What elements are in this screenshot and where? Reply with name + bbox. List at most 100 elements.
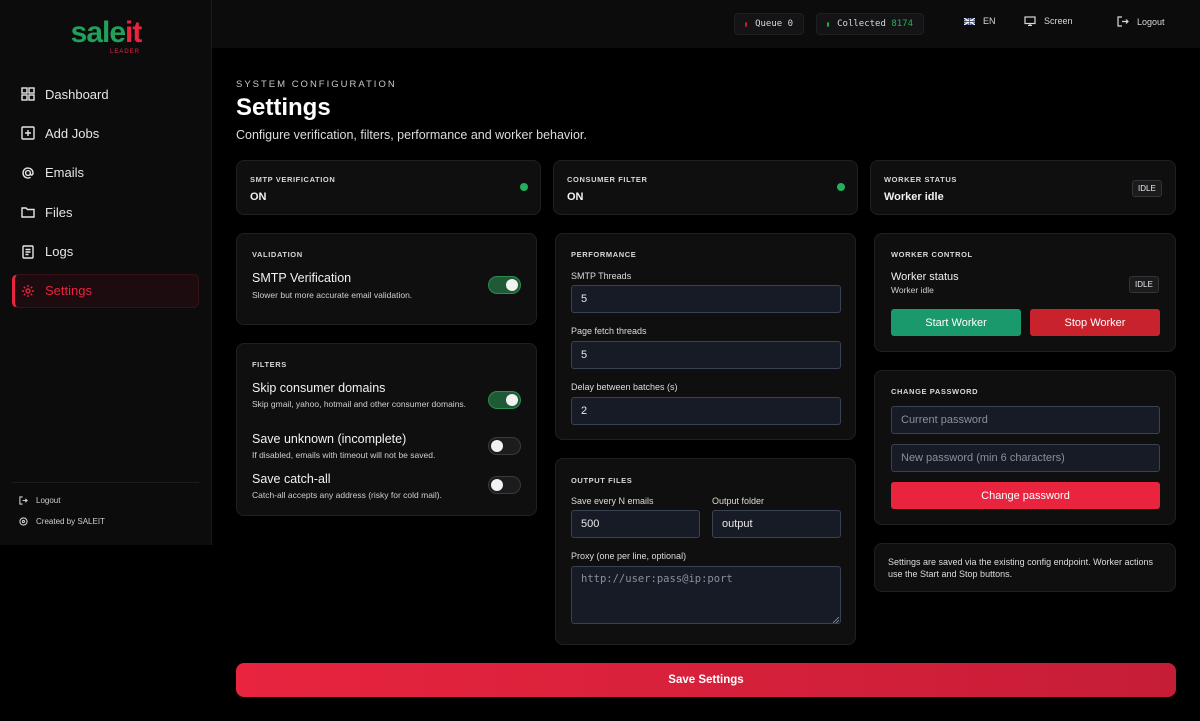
delay-input[interactable]: 2 bbox=[571, 397, 841, 425]
output-files-caption: OUTPUT FILES bbox=[571, 476, 633, 485]
save-unknown-toggle[interactable] bbox=[488, 437, 521, 455]
language-selector[interactable]: EN bbox=[964, 16, 996, 26]
skip-consumer-toggle[interactable] bbox=[488, 391, 521, 409]
queue-value: 0 bbox=[787, 19, 793, 29]
collected-label: Collected bbox=[837, 19, 886, 29]
new-password-input[interactable]: New password (min 6 characters) bbox=[891, 444, 1160, 472]
change-password-card: CHANGE PASSWORD Current password New pas… bbox=[874, 370, 1176, 525]
worker-control-badge: IDLE bbox=[1129, 276, 1159, 293]
page-threads-label: Page fetch threads bbox=[571, 326, 647, 336]
worker-status-badge: IDLE bbox=[1132, 180, 1162, 197]
filter-option: Skip consumer domains Skip gmail, yahoo,… bbox=[252, 381, 467, 410]
collected-status-dot bbox=[827, 21, 830, 27]
sidebar-logout-button[interactable]: Logout bbox=[12, 493, 199, 507]
smtp-status-card: SMTP VERIFICATION ON bbox=[236, 160, 541, 215]
copyright-icon bbox=[19, 516, 28, 526]
logout-icon bbox=[19, 495, 28, 505]
proxy-label: Proxy (one per line, optional) bbox=[571, 551, 687, 561]
toggle-knob bbox=[491, 479, 503, 491]
page-subtitle: Configure verification, filters, perform… bbox=[236, 128, 587, 142]
uk-flag-icon bbox=[964, 17, 975, 25]
skip-consumer-title: Skip consumer domains bbox=[252, 381, 386, 395]
top-bar: Queue 0 Collected 8174 EN Screen Logout bbox=[212, 0, 1200, 48]
proxy-textarea[interactable]: http://user:pass@ip:port bbox=[571, 566, 841, 624]
sidebar-item-emails[interactable]: Emails bbox=[12, 156, 199, 190]
change-password-button[interactable]: Change password bbox=[891, 482, 1160, 509]
sidebar-item-add-jobs[interactable]: Add Jobs bbox=[12, 116, 199, 150]
resize-handle-icon[interactable] bbox=[833, 617, 839, 623]
start-worker-button[interactable]: Start Worker bbox=[891, 309, 1021, 336]
output-folder-input[interactable]: output bbox=[712, 510, 841, 538]
worker-control-status-sub: Worker idle bbox=[891, 285, 934, 295]
sidebar-logout-label: Logout bbox=[36, 495, 61, 505]
language-label: EN bbox=[983, 16, 996, 26]
sidebar: saleit LEADER Dashboard Add Jobs Emails … bbox=[0, 0, 212, 545]
save-catchall-toggle[interactable] bbox=[488, 476, 521, 494]
change-password-caption: CHANGE PASSWORD bbox=[891, 387, 979, 396]
save-catchall-title: Save catch-all bbox=[252, 472, 331, 486]
settings-note-text: Settings are saved via the existing conf… bbox=[888, 557, 1153, 579]
smtp-status-dot bbox=[520, 183, 528, 191]
gear-icon bbox=[21, 284, 35, 298]
save-settings-button[interactable]: Save Settings bbox=[236, 663, 1176, 697]
validation-caption: VALIDATION bbox=[252, 250, 303, 259]
output-folder-label: Output folder bbox=[712, 496, 765, 506]
at-icon bbox=[21, 166, 35, 180]
filters-caption: FILTERS bbox=[252, 360, 287, 369]
smtp-verification-title: SMTP Verification bbox=[252, 271, 352, 285]
worker-control-status-label: Worker status bbox=[891, 271, 959, 283]
plus-square-icon bbox=[21, 126, 35, 141]
queue-status-dot bbox=[745, 21, 748, 27]
collected-chip: Collected 8174 bbox=[816, 13, 924, 35]
sidebar-item-files[interactable]: Files bbox=[12, 195, 199, 229]
logout-button[interactable]: Logout bbox=[1117, 16, 1165, 27]
logo-text-part2: it bbox=[125, 16, 142, 49]
page-threads-input[interactable]: 5 bbox=[571, 341, 841, 369]
delay-label: Delay between batches (s) bbox=[571, 382, 678, 392]
performance-caption: PERFORMANCE bbox=[571, 250, 637, 259]
collected-value: 8174 bbox=[891, 19, 913, 29]
smtp-verification-desc: Slower but more accurate email validatio… bbox=[252, 290, 413, 300]
current-password-input[interactable]: Current password bbox=[891, 406, 1160, 434]
smtp-threads-label: SMTP Threads bbox=[571, 271, 632, 281]
page-eyebrow: SYSTEM CONFIGURATION bbox=[236, 79, 397, 90]
stop-worker-button[interactable]: Stop Worker bbox=[1030, 309, 1160, 336]
filters-card: FILTERS Skip consumer domains Skip gmail… bbox=[236, 343, 537, 516]
queue-chip: Queue 0 bbox=[734, 13, 804, 35]
sidebar-credit-text: Created by SALEIT bbox=[36, 516, 105, 526]
smtp-status-value: ON bbox=[250, 191, 267, 203]
save-catchall-desc: Catch-all accepts any address (risky for… bbox=[252, 490, 442, 500]
smtp-verification-toggle[interactable] bbox=[488, 276, 521, 294]
sidebar-item-dashboard[interactable]: Dashboard bbox=[12, 77, 199, 111]
sidebar-item-label: Settings bbox=[45, 283, 92, 299]
screen-button[interactable]: Screen bbox=[1024, 16, 1073, 26]
consumer-filter-card: CONSUMER FILTER ON bbox=[553, 160, 858, 215]
output-files-card: OUTPUT FILES Save every N emails 500 Out… bbox=[555, 458, 856, 645]
consumer-filter-dot bbox=[837, 183, 845, 191]
sidebar-item-settings[interactable]: Settings bbox=[12, 273, 199, 308]
validation-card: VALIDATION SMTP Verification Slower but … bbox=[236, 233, 537, 325]
filter-option: Save catch-all Catch-all accepts any add… bbox=[252, 472, 482, 501]
worker-control-caption: WORKER CONTROL bbox=[891, 250, 973, 259]
worker-control-card: WORKER CONTROL Worker status Worker idle… bbox=[874, 233, 1176, 352]
logout-icon bbox=[1117, 16, 1129, 27]
sidebar-footer: Logout Created by SALEIT bbox=[12, 482, 199, 535]
save-unknown-title: Save unknown (incomplete) bbox=[252, 432, 407, 446]
sidebar-item-label: Logs bbox=[45, 244, 74, 260]
smtp-status-caption: SMTP VERIFICATION bbox=[250, 175, 336, 184]
save-every-input[interactable]: 500 bbox=[571, 510, 700, 538]
page-header: SYSTEM CONFIGURATION Settings Configure … bbox=[236, 79, 587, 142]
filter-option: Save unknown (incomplete) If disabled, e… bbox=[252, 432, 477, 461]
settings-note: Settings are saved via the existing conf… bbox=[874, 543, 1176, 592]
logo-subtitle: LEADER bbox=[109, 49, 140, 55]
sidebar-item-logs[interactable]: Logs bbox=[12, 235, 199, 269]
sidebar-item-label: Files bbox=[45, 204, 73, 220]
worker-status-card: WORKER STATUS Worker idle IDLE bbox=[870, 160, 1176, 215]
sidebar-item-label: Add Jobs bbox=[45, 125, 100, 141]
brand-logo[interactable]: saleit LEADER bbox=[0, 16, 212, 56]
screen-label: Screen bbox=[1044, 16, 1073, 26]
sidebar-nav: Dashboard Add Jobs Emails Files Logs Set… bbox=[12, 77, 199, 313]
smtp-threads-input[interactable]: 5 bbox=[571, 285, 841, 313]
monitor-icon bbox=[1024, 16, 1036, 26]
worker-status-value: Worker idle bbox=[884, 191, 944, 203]
